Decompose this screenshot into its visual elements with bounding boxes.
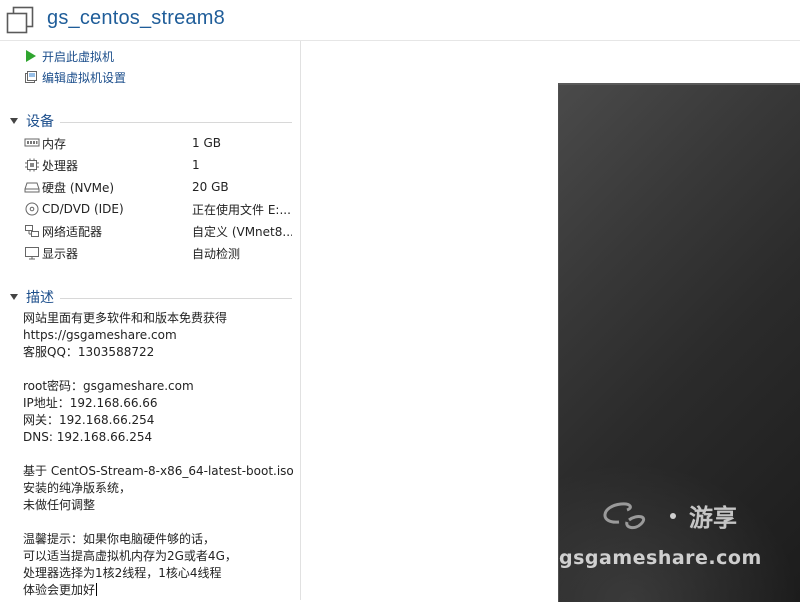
device-name: 内存: [42, 136, 67, 151]
device-row-hard-disk[interactable]: 硬盘 (NVMe) 20 GB: [24, 178, 294, 196]
text-caret: [96, 583, 98, 596]
edit-settings-icon: [25, 71, 37, 83]
collapse-triangle-icon[interactable]: [10, 294, 18, 300]
device-value: 正在使用文件 E:...: [192, 202, 291, 217]
device-row-processor[interactable]: 处理器 1: [24, 156, 294, 174]
device-name: 网络适配器: [42, 224, 103, 239]
play-icon: [26, 50, 36, 62]
device-name: 硬盘 (NVMe): [42, 180, 115, 195]
device-value: 自定义 (VMnet8...: [192, 224, 292, 239]
vm-preview-area: 游享 gsgameshare.com: [301, 41, 800, 602]
watermark-logo: 游享: [603, 502, 737, 532]
power-on-vm-link[interactable]: 开启此虚拟机: [24, 47, 114, 65]
collapse-triangle-icon[interactable]: [10, 118, 18, 124]
vm-details-panel: 开启此虚拟机 编辑虚拟机设置 设备 内存 1 GB 处理器 1 硬盘 (NVMe…: [0, 41, 301, 600]
edit-vm-settings-label: 编辑虚拟机设置: [42, 70, 127, 85]
vm-title: gs_centos_stream8: [47, 7, 225, 29]
display-icon: [25, 247, 39, 260]
hard-disk-icon: [24, 182, 40, 193]
device-row-display[interactable]: 显示器 自动检测: [24, 244, 294, 262]
device-name: 显示器: [42, 246, 79, 261]
device-value: 1 GB: [192, 136, 221, 150]
device-row-network-adapter[interactable]: 网络适配器 自定义 (VMnet8...: [24, 222, 294, 240]
devices-section-title: 设备: [26, 114, 54, 130]
device-name: CD/DVD (IDE): [42, 202, 124, 216]
description-section-header[interactable]: 描述: [10, 288, 292, 306]
section-divider: [60, 297, 292, 299]
cpu-icon: [25, 158, 39, 172]
devices-section-header[interactable]: 设备: [10, 112, 292, 130]
vm-window-icon: [6, 6, 34, 34]
device-value: 自动检测: [192, 246, 241, 261]
vm-screen-thumbnail[interactable]: 游享 gsgameshare.com: [558, 83, 800, 602]
description-content: 网站里面有更多软件和和版本免费获得 https://gsgameshare.co…: [23, 311, 294, 597]
device-row-cd-dvd[interactable]: CD/DVD (IDE) 正在使用文件 E:...: [24, 200, 294, 218]
device-value: 20 GB: [192, 180, 229, 194]
memory-icon: [24, 138, 40, 147]
section-divider: [60, 121, 292, 123]
power-on-vm-label: 开启此虚拟机: [42, 49, 115, 64]
watermark-site-text: gsgameshare.com: [559, 547, 762, 569]
device-value: 1: [192, 158, 200, 172]
cd-dvd-icon: [25, 202, 39, 216]
description-section-title: 描述: [26, 290, 54, 306]
device-name: 处理器: [42, 158, 79, 173]
svg-text:游享: 游享: [689, 504, 737, 532]
description-text[interactable]: 网站里面有更多软件和和版本免费获得 https://gsgameshare.co…: [23, 310, 295, 599]
title-bar: gs_centos_stream8: [0, 0, 800, 41]
network-adapter-icon: [25, 225, 39, 237]
edit-vm-settings-link[interactable]: 编辑虚拟机设置: [24, 68, 126, 86]
device-row-memory[interactable]: 内存 1 GB: [24, 134, 294, 152]
